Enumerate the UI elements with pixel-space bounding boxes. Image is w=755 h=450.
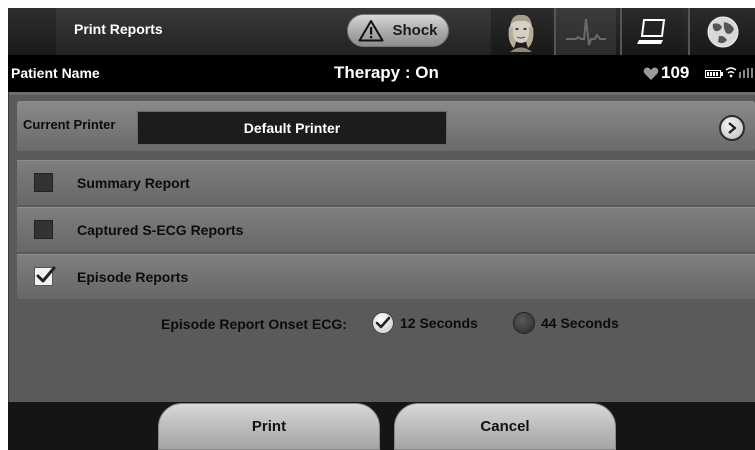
patient-name: Patient Name xyxy=(11,65,100,81)
tab-device[interactable] xyxy=(622,8,682,55)
content-panel: Current Printer Default Printer Summary … xyxy=(9,92,755,405)
tab-ecg[interactable] xyxy=(556,8,616,55)
onset-option-44-seconds[interactable]: 44 Seconds xyxy=(513,308,619,338)
therapy-status: Therapy : On xyxy=(334,63,439,82)
printer-select[interactable]: Default Printer xyxy=(137,111,447,145)
checkmark-icon xyxy=(375,316,391,329)
radio-unselected[interactable] xyxy=(513,312,535,334)
tab-global[interactable] xyxy=(690,8,755,55)
report-option-captured-secg[interactable]: Captured S-ECG Reports xyxy=(17,207,755,252)
checkmark-icon xyxy=(36,266,56,283)
screen-title: Print Reports xyxy=(74,21,163,37)
patient-icon xyxy=(508,14,534,52)
print-reports-screen: Print Reports Shock Patient Name Therapy… xyxy=(8,8,755,450)
cancel-button[interactable]: Cancel xyxy=(394,403,616,450)
captured-secg-checkbox[interactable] xyxy=(34,220,53,239)
episode-reports-checkbox[interactable] xyxy=(34,266,56,286)
tab-patient[interactable] xyxy=(491,8,551,55)
report-label: Summary Report xyxy=(77,175,190,191)
printer-next-button[interactable] xyxy=(719,115,745,141)
report-label: Captured S-ECG Reports xyxy=(77,222,244,238)
warning-icon xyxy=(358,20,384,42)
radio-selected[interactable] xyxy=(372,312,394,334)
wifi-icon xyxy=(725,67,737,78)
heart-icon xyxy=(643,67,659,80)
report-option-episode[interactable]: Episode Reports xyxy=(17,254,755,299)
signal-icon xyxy=(739,68,753,78)
current-printer-row: Current Printer Default Printer xyxy=(17,101,755,151)
onset-option-12-seconds[interactable]: 12 Seconds xyxy=(372,308,478,338)
report-label: Episode Reports xyxy=(77,269,189,285)
onset-option-label: 12 Seconds xyxy=(400,315,478,331)
bottom-bar: Print Cancel xyxy=(8,402,755,450)
shock-label: Shock xyxy=(392,22,438,39)
status-bar: Patient Name Therapy : On 109 xyxy=(8,55,755,92)
computer-icon xyxy=(637,18,666,44)
print-button[interactable]: Print xyxy=(158,403,380,450)
heart-rate: 109 xyxy=(661,63,690,82)
globe-icon xyxy=(707,16,738,47)
report-option-summary[interactable]: Summary Report xyxy=(17,160,755,205)
onset-option-label: 44 Seconds xyxy=(541,315,619,331)
top-bar: Print Reports Shock xyxy=(8,8,755,55)
printer-select-value: Default Printer xyxy=(243,120,341,136)
chevron-right-icon xyxy=(728,122,737,134)
current-printer-label: Current Printer xyxy=(23,117,116,132)
summary-report-checkbox[interactable] xyxy=(34,173,53,192)
shock-button[interactable]: Shock xyxy=(347,14,449,47)
battery-icon xyxy=(705,70,723,78)
ecg-icon xyxy=(566,18,606,45)
onset-ecg-label: Episode Report Onset ECG: xyxy=(161,316,347,332)
